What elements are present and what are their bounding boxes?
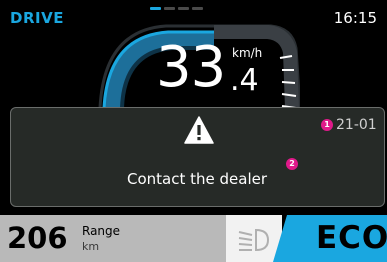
speed-decimal: .4 — [230, 63, 259, 98]
clock: 16:15 — [333, 9, 377, 27]
speed-unit: km/h — [232, 46, 263, 60]
callout-badge: 2 — [286, 158, 298, 170]
page-dot[interactable] — [192, 7, 203, 10]
page-dot-active[interactable] — [150, 7, 161, 10]
callout-badge: 1 — [321, 119, 333, 131]
low-beam-headlight-icon — [238, 228, 270, 252]
drive-mode-label: DRIVE — [10, 9, 64, 27]
page-dot[interactable] — [178, 7, 189, 10]
alert-message: Contact the dealer — [127, 170, 268, 188]
page-indicator[interactable] — [150, 7, 203, 10]
page-dot[interactable] — [164, 7, 175, 10]
range-unit: km — [82, 240, 100, 253]
dashboard-screen: DRIVE 16:15 33 km/h .4 1 21-01 2 Contact — [0, 0, 387, 262]
warning-triangle-icon — [184, 116, 214, 144]
range-value: 206 — [7, 221, 68, 255]
speed-value: 33 — [156, 35, 226, 100]
error-code: 21-01 — [336, 117, 377, 133]
range-label: Range — [82, 224, 121, 238]
eco-mode-label: ECO — [316, 220, 387, 256]
